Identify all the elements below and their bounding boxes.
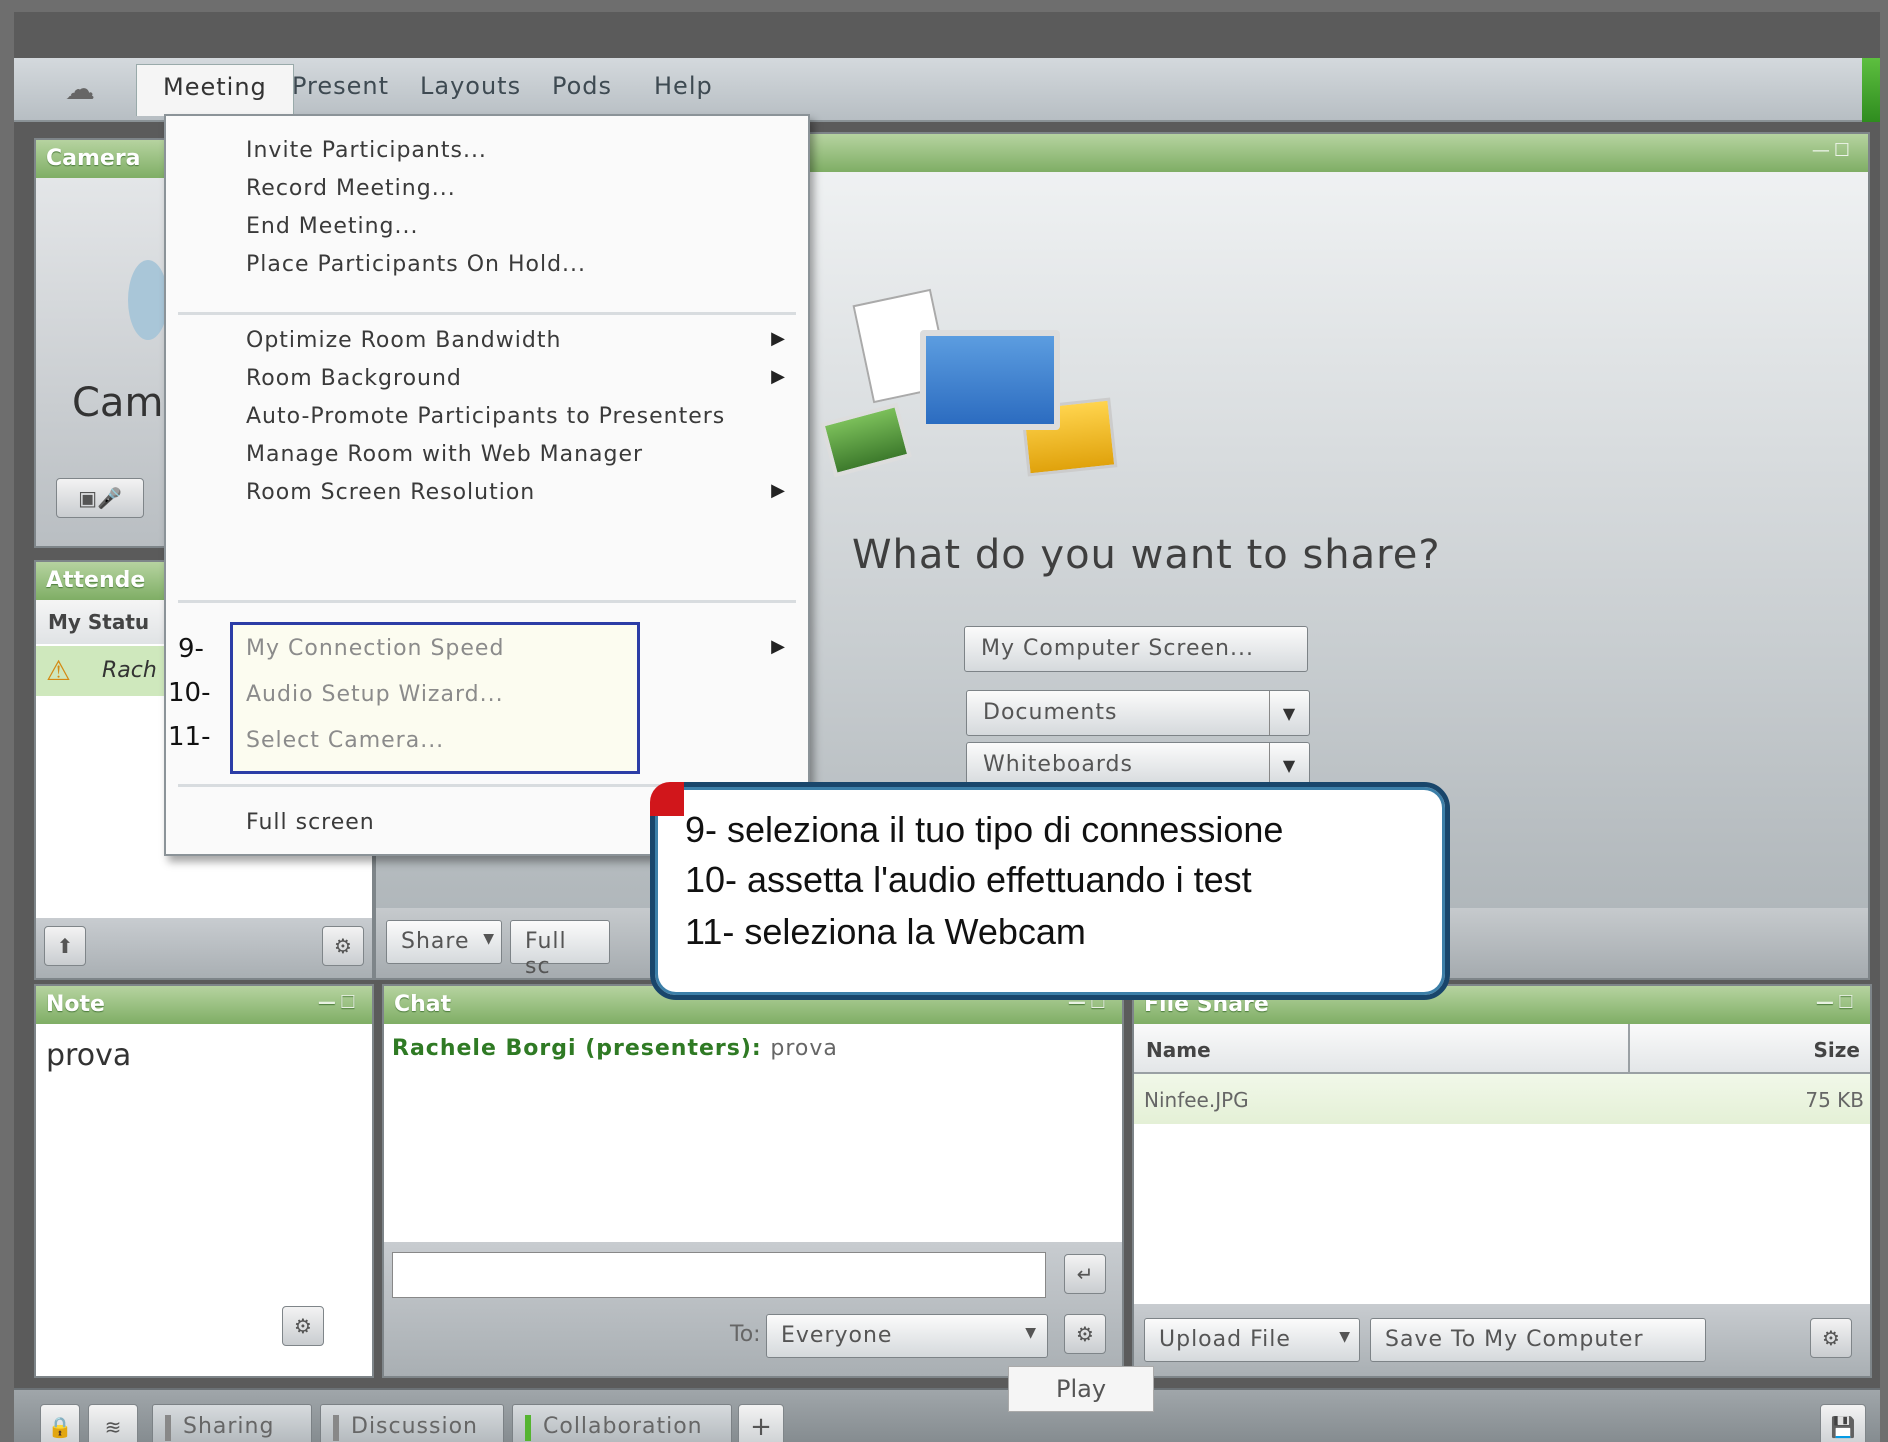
send-icon[interactable]: ↵	[1064, 1254, 1106, 1294]
window-controls[interactable]: —☐	[1812, 140, 1854, 161]
menu-present[interactable]: Present	[292, 72, 389, 100]
presenter-icon: ⚠	[46, 654, 71, 687]
chevron-down-icon: ▼	[1025, 1325, 1037, 1341]
play-button[interactable]: Play	[1008, 1366, 1154, 1412]
chevron-down-icon: ▼	[1339, 1329, 1351, 1345]
add-layout-button[interactable]: +	[738, 1404, 784, 1442]
tab-discussion[interactable]: Discussion	[320, 1404, 504, 1442]
save-to-computer-button[interactable]: Save To My Computer	[1370, 1318, 1706, 1362]
attendees-footer: ⬆ ⚙	[36, 918, 372, 978]
menu-connection-speed[interactable]: My Connection Speed ▶	[246, 636, 798, 661]
meeting-menu: Invite Participants... Record Meeting...…	[164, 114, 810, 856]
tab-sharing[interactable]: Sharing	[152, 1404, 312, 1442]
share-computer-screen-button[interactable]: My Computer Screen...	[964, 626, 1308, 672]
column-size[interactable]: Size	[1814, 1038, 1860, 1062]
menu-optimize-bandwidth[interactable]: Optimize Room Bandwidth ▶	[246, 328, 798, 353]
file-size: 75 KB	[1805, 1088, 1864, 1112]
menu-auto-promote[interactable]: Auto-Promote Participants to Presenters	[246, 404, 725, 429]
submenu-arrow-icon: ▶	[771, 366, 786, 387]
chat-message: Rachele Borgi (presenters): prova	[392, 1036, 838, 1061]
menu-audio-setup-wizard[interactable]: Audio Setup Wizard...	[246, 682, 504, 707]
app-window: ☁ Meeting Present Layouts Pods Help Came…	[14, 12, 1880, 1442]
step-number-11: 11-	[168, 722, 211, 752]
menu-record-meeting[interactable]: Record Meeting...	[246, 176, 456, 201]
column-name[interactable]: Name	[1146, 1038, 1211, 1062]
tab-collaboration[interactable]: Collaboration	[512, 1404, 732, 1442]
menu-end-meeting[interactable]: End Meeting...	[246, 214, 418, 239]
chat-pod: Chat —☐ Rachele Borgi (presenters): prova…	[382, 984, 1124, 1378]
camera-mic-button[interactable]: ▣🎤	[56, 478, 144, 518]
step-number-9: 9-	[178, 634, 204, 664]
note-pod: Note —☐ prova ⚙	[34, 984, 374, 1378]
instruction-callout: 9- seleziona il tuo tipo di connessione …	[650, 782, 1450, 1000]
note-pod-header: Note —☐	[36, 986, 372, 1024]
settings-icon[interactable]: ⚙	[1064, 1314, 1106, 1354]
menu-select-camera[interactable]: Select Camera...	[246, 728, 444, 753]
window-controls[interactable]: —☐	[318, 992, 360, 1013]
cloud-logo-icon[interactable]: ☁	[44, 70, 116, 108]
tab-indicator	[525, 1415, 531, 1441]
camera-placeholder-text: Cam	[72, 380, 164, 426]
callout-corner-accent	[650, 782, 684, 816]
settings-icon[interactable]: ⚙	[1810, 1318, 1852, 1358]
menu-layouts[interactable]: Layouts	[420, 72, 521, 100]
add-user-icon[interactable]: ⬆	[44, 926, 86, 966]
menu-full-screen[interactable]: Full screen	[246, 810, 375, 835]
chat-footer: ↵ To: Everyone ▼ ⚙	[384, 1242, 1122, 1376]
share-question: What do you want to share?	[852, 532, 1441, 578]
callout-line-11: 11- seleziona la Webcam	[685, 911, 1086, 952]
attendee-name: Rach	[102, 658, 157, 683]
menu-separator	[178, 600, 796, 603]
tab-indicator	[333, 1415, 339, 1441]
menu-room-screen-resolution[interactable]: Room Screen Resolution ▶	[246, 480, 798, 505]
tab-indicator	[165, 1415, 171, 1441]
file-name: Ninfee.JPG	[1144, 1088, 1249, 1112]
chat-input[interactable]	[392, 1252, 1046, 1298]
chat-sender: Rachele Borgi (presenters):	[392, 1036, 762, 1061]
save-icon[interactable]: 💾	[1820, 1404, 1866, 1442]
settings-icon[interactable]: ⚙	[282, 1306, 324, 1346]
callout-line-10: 10- assetta l'audio effettuando i test	[685, 859, 1252, 900]
settings-icon[interactable]: ⚙	[322, 926, 364, 966]
step-number-10: 10-	[168, 678, 211, 708]
layout-taskbar: 🔒 ≋ Sharing Discussion Collaboration + 💾	[14, 1388, 1880, 1442]
chevron-down-icon: ▼	[483, 931, 495, 947]
status-edge	[1862, 58, 1880, 122]
menu-pods[interactable]: Pods	[552, 72, 612, 100]
table-row[interactable]: Ninfee.JPG 75 KB	[1134, 1074, 1870, 1124]
submenu-arrow-icon: ▶	[771, 636, 786, 657]
callout-line-9: 9- seleziona il tuo tipo di connessione	[685, 809, 1284, 850]
chevron-down-icon: ▼	[1269, 743, 1309, 787]
share-documents-dropdown[interactable]: Documents ▼	[966, 690, 1310, 736]
menu-place-on-hold[interactable]: Place Participants On Hold...	[246, 252, 586, 277]
fullscreen-button[interactable]: Full sc	[510, 920, 610, 979]
note-text[interactable]: prova	[46, 1038, 131, 1073]
webcam-icon	[128, 260, 168, 340]
photo-icon	[820, 402, 912, 478]
menu-separator	[178, 312, 796, 315]
submenu-arrow-icon: ▶	[771, 328, 786, 349]
window-controls[interactable]: —☐	[1816, 992, 1858, 1013]
share-dropdown-button[interactable]: Share ▼	[386, 920, 502, 964]
screen-icon	[920, 330, 1060, 430]
upload-file-button[interactable]: Upload File ▼	[1144, 1318, 1360, 1362]
menu-manage-web-manager[interactable]: Manage Room with Web Manager	[246, 442, 643, 467]
submenu-arrow-icon: ▶	[771, 480, 786, 501]
fileshare-table-header: Name Size	[1134, 1024, 1870, 1074]
lock-icon[interactable]: 🔒	[40, 1404, 80, 1442]
chart-icon[interactable]: ≋	[88, 1404, 138, 1442]
menubar: ☁ Meeting Present Layouts Pods Help	[14, 58, 1880, 122]
menu-invite-participants[interactable]: Invite Participants...	[246, 138, 487, 163]
column-divider	[1628, 1024, 1630, 1072]
fileshare-footer: Upload File ▼ Save To My Computer ⚙	[1134, 1304, 1870, 1376]
fileshare-pod: File Share —☐ Name Size Ninfee.JPG 75 KB …	[1132, 984, 1872, 1378]
chevron-down-icon: ▼	[1269, 691, 1309, 735]
menu-help[interactable]: Help	[654, 72, 713, 100]
to-label: To:	[730, 1322, 761, 1347]
recipient-dropdown[interactable]: Everyone ▼	[766, 1314, 1048, 1358]
menu-meeting[interactable]: Meeting	[136, 64, 294, 116]
menu-room-background[interactable]: Room Background ▶	[246, 366, 798, 391]
chat-message-text: prova	[770, 1036, 838, 1061]
